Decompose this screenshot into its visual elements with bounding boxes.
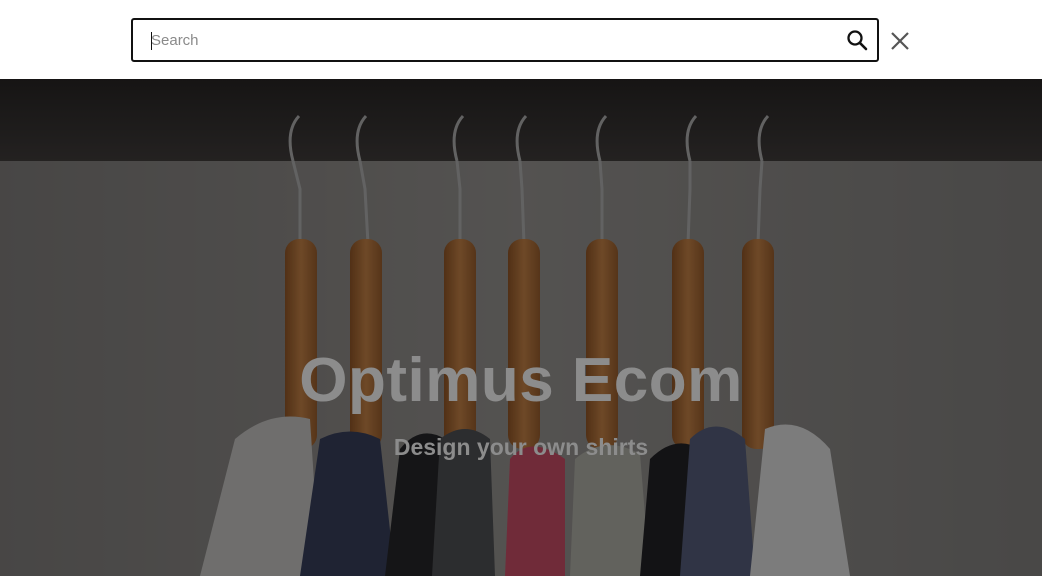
search-icon (847, 30, 868, 51)
close-search-button[interactable] (888, 29, 912, 53)
hero-subtitle: Design your own shirts (393, 434, 649, 460)
hero-dark-overlay (0, 79, 1042, 576)
hero-banner: Optimus Ecom Design your own shirts (0, 79, 1042, 576)
search-button[interactable] (845, 28, 869, 52)
search-field[interactable] (131, 18, 879, 62)
search-input[interactable] (151, 25, 811, 55)
hero-title: Optimus Ecom (299, 346, 743, 415)
search-header (0, 0, 1042, 79)
close-icon (891, 32, 909, 50)
text-caret (151, 32, 152, 50)
